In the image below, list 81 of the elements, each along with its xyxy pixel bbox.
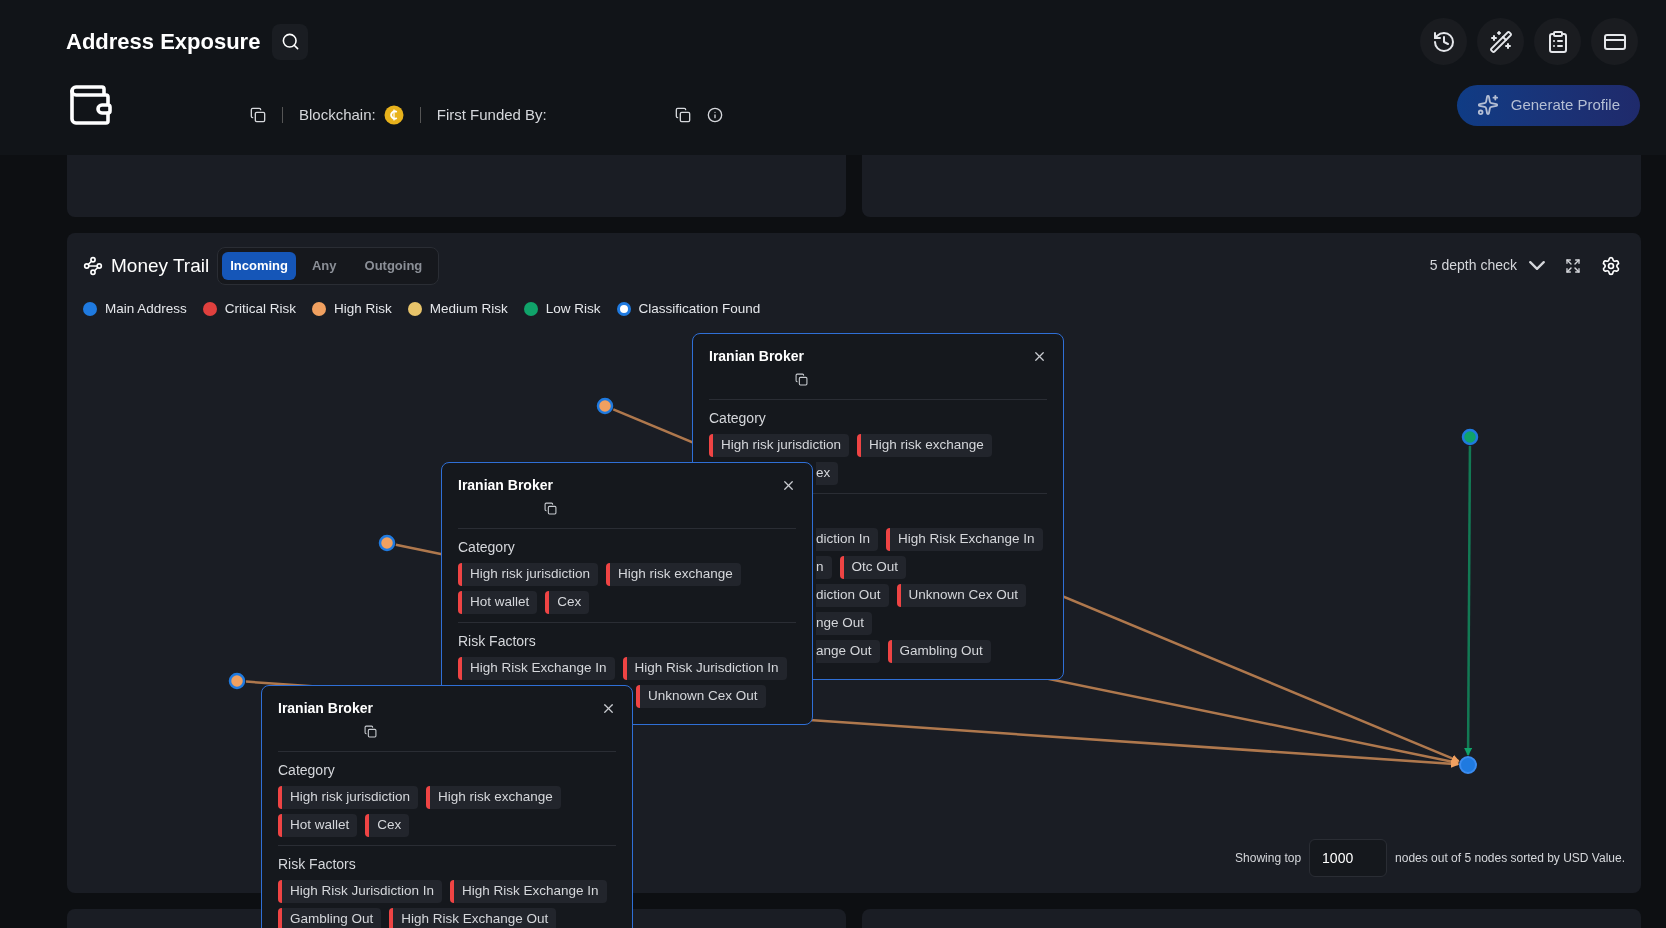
search-icon bbox=[280, 32, 300, 51]
tag: Otc Out bbox=[839, 556, 907, 579]
tag: diction Out bbox=[816, 584, 889, 607]
copy-icon[interactable] bbox=[674, 107, 691, 123]
tag: High risk jurisdiction bbox=[709, 434, 850, 457]
section-label: Risk Factors bbox=[278, 855, 357, 874]
tag: Cex bbox=[365, 814, 410, 837]
tag: nge Out bbox=[816, 612, 873, 635]
tag: High Risk Jurisdiction In bbox=[278, 880, 443, 903]
footer-text: nodes out of 5 nodes sorted by USD Value. bbox=[1395, 850, 1625, 867]
tag: Cex bbox=[545, 591, 590, 614]
tag: High Risk Exchange In bbox=[886, 528, 1043, 551]
graph-node[interactable] bbox=[1461, 428, 1479, 446]
coin-icon bbox=[383, 105, 404, 125]
legend-label: Critical Risk bbox=[224, 299, 297, 318]
funded-by-label: First Funded By: bbox=[436, 104, 547, 125]
section-label: Risk Factors bbox=[458, 632, 537, 651]
clipboard-button[interactable] bbox=[1534, 18, 1581, 65]
tag: Unknown Cex Out bbox=[636, 685, 766, 708]
network-icon bbox=[83, 255, 103, 276]
tag: Unknown Cex Out bbox=[896, 584, 1027, 607]
settings-icon[interactable] bbox=[1601, 255, 1621, 276]
depth-dropdown[interactable]: 5 depth check bbox=[1429, 255, 1545, 277]
section-title: Money Trail bbox=[111, 253, 210, 278]
tag: High risk jurisdiction bbox=[278, 786, 419, 809]
magic-wand-icon bbox=[1488, 29, 1513, 54]
copy-icon[interactable] bbox=[795, 372, 808, 386]
copy-icon[interactable] bbox=[364, 724, 377, 738]
tag: High Risk Exchange In bbox=[458, 657, 615, 680]
tag: Hot wallet bbox=[458, 591, 538, 614]
graph-node[interactable] bbox=[378, 534, 396, 552]
close-button[interactable] bbox=[1032, 349, 1047, 364]
tag: ange Out bbox=[816, 640, 880, 663]
section-label: Category bbox=[278, 761, 336, 780]
info-icon[interactable] bbox=[706, 107, 723, 123]
tag: diction In bbox=[816, 528, 879, 551]
tag: Hot wallet bbox=[278, 814, 358, 837]
tag: High risk exchange bbox=[857, 434, 992, 457]
legend-label: Main Address bbox=[105, 299, 187, 318]
section-label: Category bbox=[458, 538, 516, 557]
graph-node[interactable] bbox=[228, 672, 246, 690]
direction-tab[interactable]: Incoming bbox=[222, 252, 296, 280]
close-button[interactable] bbox=[781, 478, 796, 493]
tag: ex bbox=[816, 462, 839, 485]
generate-profile-button[interactable]: Generate Profile bbox=[1456, 84, 1640, 126]
history-button[interactable] bbox=[1420, 18, 1467, 65]
card-title: Iranian Broker bbox=[278, 699, 373, 718]
tag: High risk jurisdiction bbox=[458, 563, 599, 586]
tag: High risk exchange bbox=[606, 563, 741, 586]
legend-label: High Risk bbox=[334, 299, 392, 318]
copy-icon[interactable] bbox=[250, 107, 266, 123]
tag: High Risk Jurisdiction In bbox=[622, 657, 787, 680]
page-title: Address Exposure bbox=[66, 28, 261, 56]
tag: High Risk Exchange In bbox=[450, 880, 607, 903]
sparkle-icon bbox=[1476, 94, 1499, 116]
search-button[interactable] bbox=[272, 23, 309, 60]
footer-text: Showing top bbox=[1235, 850, 1302, 867]
tag: n bbox=[816, 556, 832, 579]
card-title: Iranian Broker bbox=[709, 347, 804, 366]
graph-node[interactable] bbox=[596, 397, 614, 415]
card-button[interactable] bbox=[1591, 18, 1638, 65]
card-title: Iranian Broker bbox=[458, 476, 553, 495]
chevron-down-icon bbox=[1529, 261, 1545, 271]
direction-tab[interactable]: Outgoing bbox=[352, 252, 435, 280]
history-icon bbox=[1431, 29, 1456, 54]
close-button[interactable] bbox=[601, 701, 616, 716]
node-count-field[interactable]: 1000 bbox=[1309, 839, 1388, 877]
magic-wand-button[interactable] bbox=[1477, 18, 1524, 65]
section-label: Category bbox=[709, 409, 767, 428]
direction-tab[interactable]: Any bbox=[300, 252, 349, 280]
tag: Gambling Out bbox=[278, 908, 382, 928]
tag: High risk exchange bbox=[426, 786, 561, 809]
tag: Gambling Out bbox=[887, 640, 991, 663]
legend-label: Medium Risk bbox=[429, 299, 508, 318]
legend-label: Classification Found bbox=[638, 299, 761, 318]
tag: High Risk Exchange Out bbox=[389, 908, 557, 928]
blockchain-label: Blockchain: bbox=[299, 104, 376, 125]
expand-icon[interactable] bbox=[1565, 257, 1581, 274]
graph-node[interactable] bbox=[1459, 756, 1477, 774]
legend-label: Low Risk bbox=[545, 299, 601, 318]
copy-icon[interactable] bbox=[544, 501, 557, 515]
